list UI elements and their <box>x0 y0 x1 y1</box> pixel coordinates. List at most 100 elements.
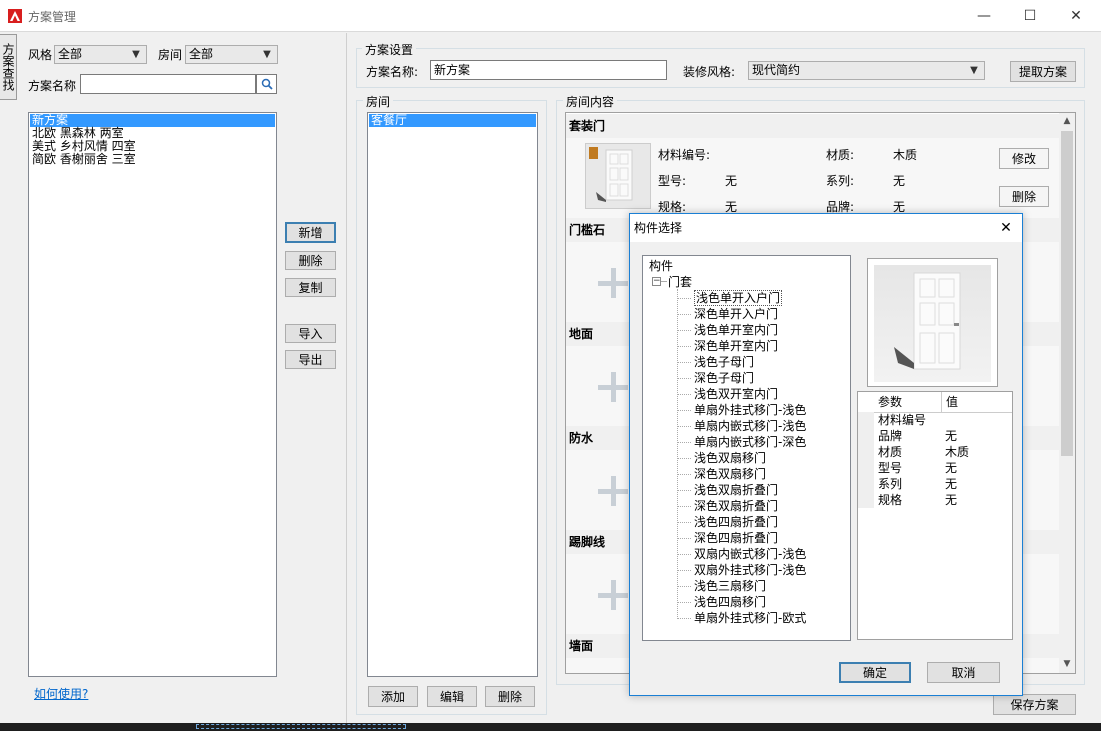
tree-item-node[interactable]: 浅色单开入户门 <box>677 290 847 306</box>
tree-item-node[interactable]: 浅色四扇移门 <box>677 594 847 610</box>
tree-item-label: 深色双扇折叠门 <box>694 499 779 513</box>
plan-search-tab[interactable]: 方案查找 <box>0 34 17 100</box>
tree-item-node[interactable]: 浅色子母门 <box>677 354 847 370</box>
import-plan-button[interactable]: 导入 <box>285 324 336 343</box>
add-floor-plus-icon[interactable] <box>598 372 628 402</box>
help-link[interactable]: 如何使用? <box>34 685 88 702</box>
room-list[interactable]: 客餐厅 <box>367 112 538 677</box>
param-row[interactable]: 规格 无 <box>876 492 1010 508</box>
tree-item-node[interactable]: 深色双扇移门 <box>677 466 847 482</box>
tree-item-node[interactable]: 双扇内嵌式移门-浅色 <box>677 546 847 562</box>
delete-room-button[interactable]: 删除 <box>485 686 535 707</box>
tree-item-node[interactable]: 深色子母门 <box>677 370 847 386</box>
tree-item-node[interactable]: 浅色三扇移门 <box>677 578 847 594</box>
tree-item-label: 浅色双扇移门 <box>694 451 767 465</box>
tree-collapse-icon[interactable]: − <box>652 277 661 286</box>
export-plan-button[interactable]: 导出 <box>285 350 336 369</box>
settings-plan-name-input[interactable]: 新方案 <box>430 60 667 80</box>
param-row[interactable]: 材质 木质 <box>876 444 1010 460</box>
material-value: 木质 <box>893 148 918 162</box>
search-button[interactable] <box>256 74 277 94</box>
dialog-title: 构件选择 <box>634 221 683 235</box>
tree-item-node[interactable]: 单扇内嵌式移门-深色 <box>677 434 847 450</box>
window-title: 方案管理 <box>28 10 77 24</box>
plan-list-item[interactable]: 简欧 香榭丽舍 三室 <box>30 153 275 166</box>
ok-button[interactable]: 确定 <box>839 662 911 683</box>
decor-style-select[interactable]: 现代简约 ▼ <box>748 61 985 80</box>
tree-item-node[interactable]: 单扇内嵌式移门-浅色 <box>677 418 847 434</box>
decor-style-value: 现代简约 <box>752 63 801 77</box>
modify-door-button[interactable]: 修改 <box>999 148 1049 169</box>
content-scrollbar[interactable]: ▲ ▼ <box>1059 113 1075 673</box>
tree-line <box>677 553 691 556</box>
tree-line <box>677 425 691 428</box>
tree-item-label: 单扇内嵌式移门-深色 <box>694 435 807 449</box>
param-table[interactable]: 参数 值 材料编号 品牌无材质 木质 型号无系列无规格无 <box>857 391 1013 640</box>
tree-root-node[interactable]: 构件 <box>649 258 673 274</box>
section-header-door: 套装门 <box>566 114 1062 138</box>
style-filter-select[interactable]: 全部 ▼ <box>54 45 147 64</box>
plan-name-search-input[interactable] <box>80 74 256 94</box>
room-filter-select[interactable]: 全部 ▼ <box>185 45 278 64</box>
tree-line <box>677 297 691 300</box>
scroll-thumb[interactable] <box>1061 131 1073 456</box>
tree-items-container: 浅色单开入户门 深色单开入户门 浅色单开室内门 深色单开室内门 浅色子母门 深色子母门 浅色… <box>677 290 847 626</box>
param-row[interactable]: 材料编号 <box>876 412 1010 428</box>
param-row[interactable]: 品牌 无 <box>876 428 1010 444</box>
fetch-plan-button[interactable]: 提取方案 <box>1010 61 1076 82</box>
tree-item-node[interactable]: 深色四扇折叠门 <box>677 530 847 546</box>
param-row[interactable]: 系列 无 <box>876 476 1010 492</box>
tree-item-node[interactable]: 深色单开入户门 <box>677 306 847 322</box>
tree-group-node[interactable]: 门套 <box>668 274 692 290</box>
add-room-button[interactable]: 添加 <box>368 686 418 707</box>
tree-item-node[interactable]: 深色双扇折叠门 <box>677 498 847 514</box>
door-preview-icon <box>874 265 991 382</box>
save-plan-button[interactable]: 保存方案 <box>993 694 1076 715</box>
tree-item-label: 浅色四扇移门 <box>694 595 767 609</box>
param-row[interactable]: 型号 无 <box>876 460 1010 476</box>
tree-item-node[interactable]: 浅色单开室内门 <box>677 322 847 338</box>
minimize-button[interactable]: — <box>961 0 1007 31</box>
tree-item-node[interactable]: 浅色四扇折叠门 <box>677 514 847 530</box>
scroll-up-icon[interactable]: ▲ <box>1059 113 1075 130</box>
add-threshold-plus-icon[interactable] <box>598 268 628 298</box>
door-thumbnail[interactable] <box>585 143 651 209</box>
style-filter-value: 全部 <box>58 47 83 61</box>
tree-item-node[interactable]: 浅色双扇折叠门 <box>677 482 847 498</box>
delete-plan-button[interactable]: 删除 <box>285 251 336 270</box>
plan-list[interactable]: 新方案 北欧 黑森林 两室 美式 乡村风情 四室 简欧 香榭丽舍 三室 <box>28 112 277 677</box>
tree-item-node[interactable]: 浅色双扇移门 <box>677 450 847 466</box>
tree-line <box>677 505 691 508</box>
scroll-down-icon[interactable]: ▼ <box>1059 656 1075 673</box>
param-value: 木质 <box>945 445 970 459</box>
close-button[interactable]: ✕ <box>1053 0 1099 31</box>
tree-line <box>677 345 691 348</box>
tree-item-node[interactable]: 双扇外挂式移门-浅色 <box>677 562 847 578</box>
cancel-button[interactable]: 取消 <box>927 662 1000 683</box>
tree-item-label: 单扇外挂式移门-浅色 <box>694 403 807 417</box>
copy-plan-button[interactable]: 复制 <box>285 278 336 297</box>
value-header[interactable]: 值 <box>946 392 958 412</box>
param-row-gutter <box>858 412 874 508</box>
room-content-group-title: 房间内容 <box>563 93 618 110</box>
maximize-button[interactable]: ☐ <box>1007 0 1053 31</box>
add-waterproof-plus-icon[interactable] <box>598 476 628 506</box>
delete-door-button[interactable]: 删除 <box>999 186 1049 207</box>
tree-item-node[interactable]: 单扇外挂式移门-欧式 <box>677 610 847 626</box>
panel-splitter[interactable] <box>346 33 347 723</box>
tree-item-label: 单扇内嵌式移门-浅色 <box>694 419 807 433</box>
tree-item-node[interactable]: 深色单开室内门 <box>677 338 847 354</box>
edit-room-button[interactable]: 编辑 <box>427 686 477 707</box>
param-name: 系列 <box>878 477 903 491</box>
model-label: 型号: <box>658 174 687 188</box>
tree-line <box>677 409 691 412</box>
tree-item-node[interactable]: 单扇外挂式移门-浅色 <box>677 402 847 418</box>
new-plan-button[interactable]: 新增 <box>285 222 336 243</box>
add-skirting-plus-icon[interactable] <box>598 580 628 610</box>
tree-item-node[interactable]: 浅色双开室内门 <box>677 386 847 402</box>
room-list-item[interactable]: 客餐厅 <box>369 114 536 127</box>
dialog-close-button[interactable]: ✕ <box>994 217 1018 239</box>
component-tree[interactable]: 构件 − 门套 浅色单开入户门 深色单开入户门 浅色单开室内门 深色单开室内门 浅色子母… <box>642 255 851 641</box>
param-value: 无 <box>945 429 958 443</box>
param-header[interactable]: 参数 <box>858 392 942 412</box>
